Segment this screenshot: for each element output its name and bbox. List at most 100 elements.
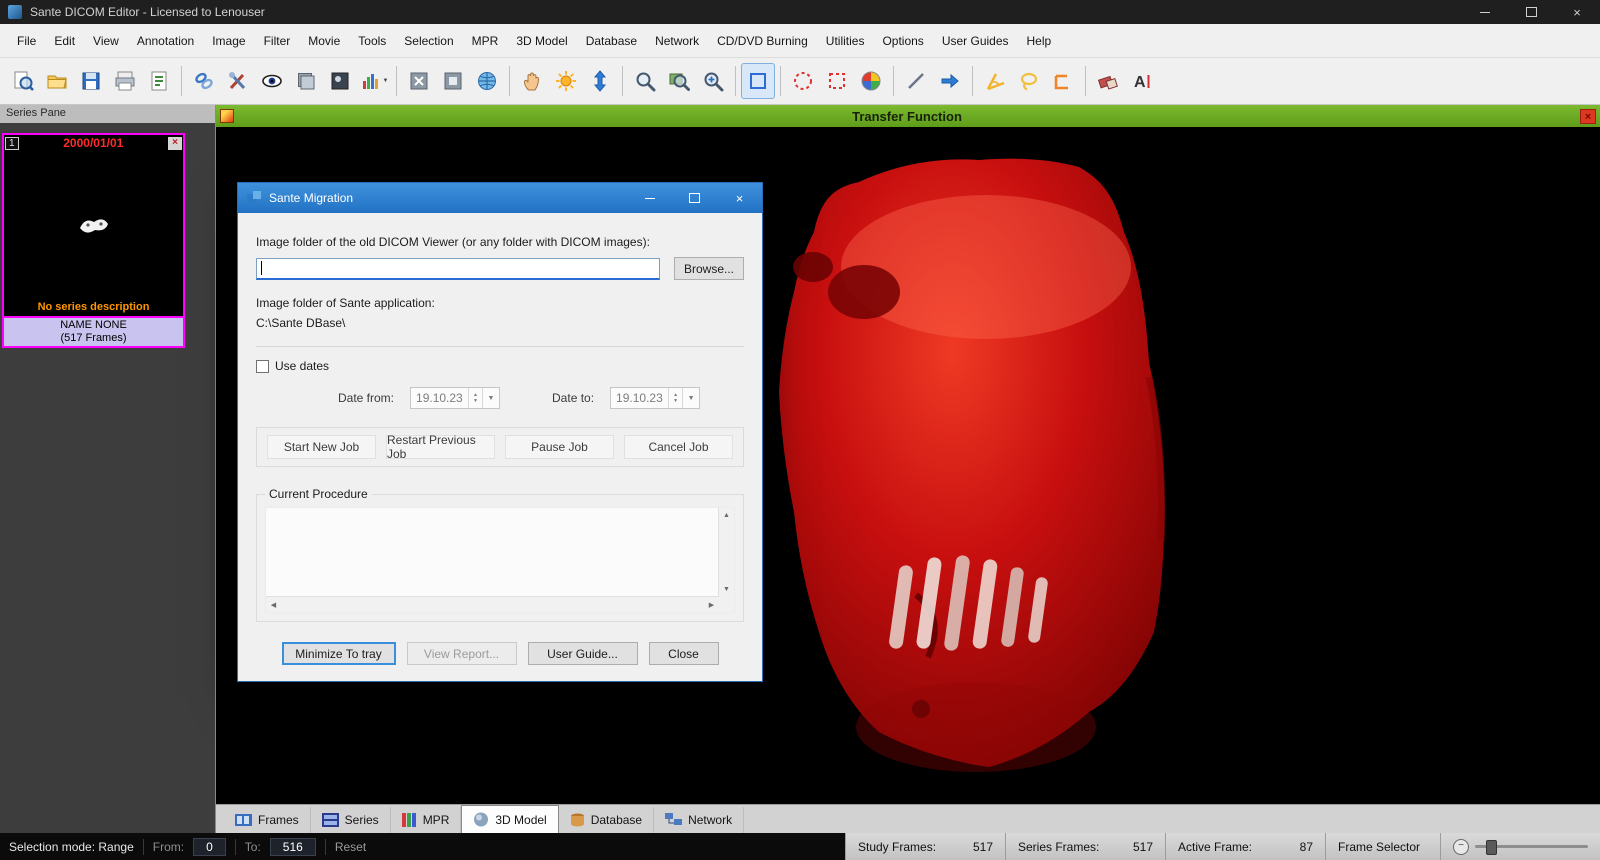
menu-item-3d-model[interactable]: 3D Model: [507, 29, 576, 53]
tab-mpr[interactable]: MPR: [391, 807, 462, 833]
frame-selector-slider[interactable]: [1475, 840, 1588, 855]
globe-icon[interactable]: [470, 63, 504, 99]
freehand-select-icon[interactable]: [820, 63, 854, 99]
curve-icon[interactable]: [1012, 63, 1046, 99]
scroll-frames-icon[interactable]: [583, 63, 617, 99]
maximize-button[interactable]: [1508, 0, 1554, 24]
tab-series[interactable]: Series: [311, 807, 391, 833]
color-select-icon[interactable]: [854, 63, 888, 99]
dialog-maximize-button[interactable]: [672, 183, 717, 213]
window-title: Sante DICOM Editor - Licensed to Lenouse…: [30, 5, 265, 19]
user-guide-button[interactable]: User Guide...: [527, 642, 638, 665]
brightness-icon[interactable]: [549, 63, 583, 99]
date-to-spinner[interactable]: ▲ ▼: [668, 388, 682, 408]
window-level-icon[interactable]: [323, 63, 357, 99]
toolbar-separator: [181, 66, 182, 96]
report-icon[interactable]: [142, 63, 176, 99]
menu-bar: File Edit View Annotation Image Filter M…: [0, 24, 1600, 57]
ruler-icon[interactable]: [899, 63, 933, 99]
menu-item-edit[interactable]: Edit: [45, 29, 84, 53]
date-from-value[interactable]: 19.10.23: [411, 388, 468, 408]
menu-item-selection[interactable]: Selection: [395, 29, 462, 53]
link-series-icon[interactable]: [187, 63, 221, 99]
browse-button[interactable]: Browse...: [674, 257, 744, 280]
tab-3d-model[interactable]: 3D Model: [461, 805, 559, 833]
menu-item-help[interactable]: Help: [1018, 29, 1061, 53]
vertical-scrollbar[interactable]: ▲ ▼: [718, 508, 734, 597]
transfer-function-close-icon[interactable]: ×: [1580, 108, 1596, 124]
frame-selector-minus-button[interactable]: −: [1453, 838, 1469, 855]
restart-previous-job-button[interactable]: Restart Previous Job: [386, 433, 495, 461]
rect-select-icon[interactable]: [741, 63, 775, 99]
dialog-close-action-button[interactable]: Close: [648, 642, 719, 665]
horizontal-scrollbar[interactable]: ◀ ▶: [266, 596, 719, 612]
menu-item-image[interactable]: Image: [203, 29, 254, 53]
open-folder-icon[interactable]: [40, 63, 74, 99]
date-from-picker[interactable]: 19.10.23 ▲ ▼ ▼: [410, 387, 501, 409]
view-eye-icon[interactable]: [255, 63, 289, 99]
ellipse-select-icon[interactable]: [786, 63, 820, 99]
minimize-button[interactable]: [1462, 0, 1508, 24]
tab-network[interactable]: Network: [654, 807, 745, 833]
stack-icon[interactable]: [289, 63, 323, 99]
corner-measure-icon[interactable]: [1046, 63, 1080, 99]
tab-database[interactable]: Database: [559, 807, 655, 833]
zoom-icon[interactable]: [628, 63, 662, 99]
menu-item-filter[interactable]: Filter: [255, 29, 300, 53]
menu-item-movie[interactable]: Movie: [299, 29, 349, 53]
scroll-up-icon[interactable]: ▲: [719, 508, 734, 523]
date-to-value[interactable]: 19.10.23: [611, 388, 668, 408]
series-close-icon[interactable]: ×: [168, 136, 182, 150]
menu-item-annotation[interactable]: Annotation: [128, 29, 203, 53]
series-thumbnail-image[interactable]: [4, 151, 183, 299]
date-to-picker[interactable]: 19.10.23 ▲ ▼ ▼: [610, 387, 701, 409]
minimize-to-tray-button[interactable]: Minimize To tray: [281, 642, 396, 665]
old-folder-input[interactable]: [256, 257, 660, 280]
dialog-minimize-button[interactable]: [627, 183, 672, 213]
menu-item-view[interactable]: View: [84, 29, 128, 53]
dialog-close-button[interactable]: ×: [717, 183, 762, 213]
text-annotation-icon[interactable]: A: [1125, 63, 1159, 99]
zoom-region-icon[interactable]: [662, 63, 696, 99]
actual-size-icon[interactable]: [436, 63, 470, 99]
scroll-down-icon[interactable]: ▼: [719, 582, 734, 597]
menu-item-tools[interactable]: Tools: [349, 29, 395, 53]
scroll-left-icon[interactable]: ◀: [266, 597, 281, 612]
menu-item-database[interactable]: Database: [577, 29, 646, 53]
use-dates-checkbox[interactable]: [256, 359, 269, 373]
menu-item-utilities[interactable]: Utilities: [817, 29, 874, 53]
date-from-spinner[interactable]: ▲ ▼: [468, 388, 482, 408]
frame-selector-slider-thumb[interactable]: [1486, 840, 1498, 855]
scroll-right-icon[interactable]: ▶: [704, 597, 719, 612]
save-icon[interactable]: [74, 63, 108, 99]
from-value[interactable]: 0: [193, 837, 226, 856]
print-icon[interactable]: [108, 63, 142, 99]
tools-icon[interactable]: [221, 63, 255, 99]
angle-icon[interactable]: [978, 63, 1012, 99]
histogram-icon[interactable]: ▼: [357, 63, 391, 99]
menu-item-file[interactable]: File: [8, 29, 45, 53]
close-button[interactable]: ×: [1554, 0, 1600, 24]
eraser-icon[interactable]: [1091, 63, 1125, 99]
start-new-job-button[interactable]: Start New Job: [267, 435, 376, 459]
menu-item-options[interactable]: Options: [873, 29, 932, 53]
series-thumbnail-card[interactable]: 1 2000/01/01 × No series description NAM…: [2, 133, 185, 348]
pan-hand-icon[interactable]: [515, 63, 549, 99]
magnify-glass-icon[interactable]: [696, 63, 730, 99]
tab-frames[interactable]: Frames: [224, 807, 311, 833]
menu-item-network[interactable]: Network: [646, 29, 708, 53]
pause-job-button[interactable]: Pause Job: [505, 435, 614, 459]
dialog-title-bar[interactable]: Sante Migration ×: [238, 183, 762, 213]
print-preview-icon[interactable]: [6, 63, 40, 99]
fit-to-window-icon[interactable]: [402, 63, 436, 99]
to-value[interactable]: 516: [269, 837, 316, 856]
menu-item-mpr[interactable]: MPR: [463, 29, 508, 53]
reset-button[interactable]: Reset: [335, 840, 366, 854]
date-to-dropdown-icon[interactable]: ▼: [682, 388, 699, 408]
menu-item-cddvd-burning[interactable]: CD/DVD Burning: [708, 29, 817, 53]
procedure-log-area[interactable]: ▲ ▼ ◀ ▶: [265, 507, 735, 613]
arrow-annotation-icon[interactable]: [933, 63, 967, 99]
cancel-job-button[interactable]: Cancel Job: [624, 435, 733, 459]
date-from-dropdown-icon[interactable]: ▼: [482, 388, 499, 408]
menu-item-user-guides[interactable]: User Guides: [933, 29, 1018, 53]
